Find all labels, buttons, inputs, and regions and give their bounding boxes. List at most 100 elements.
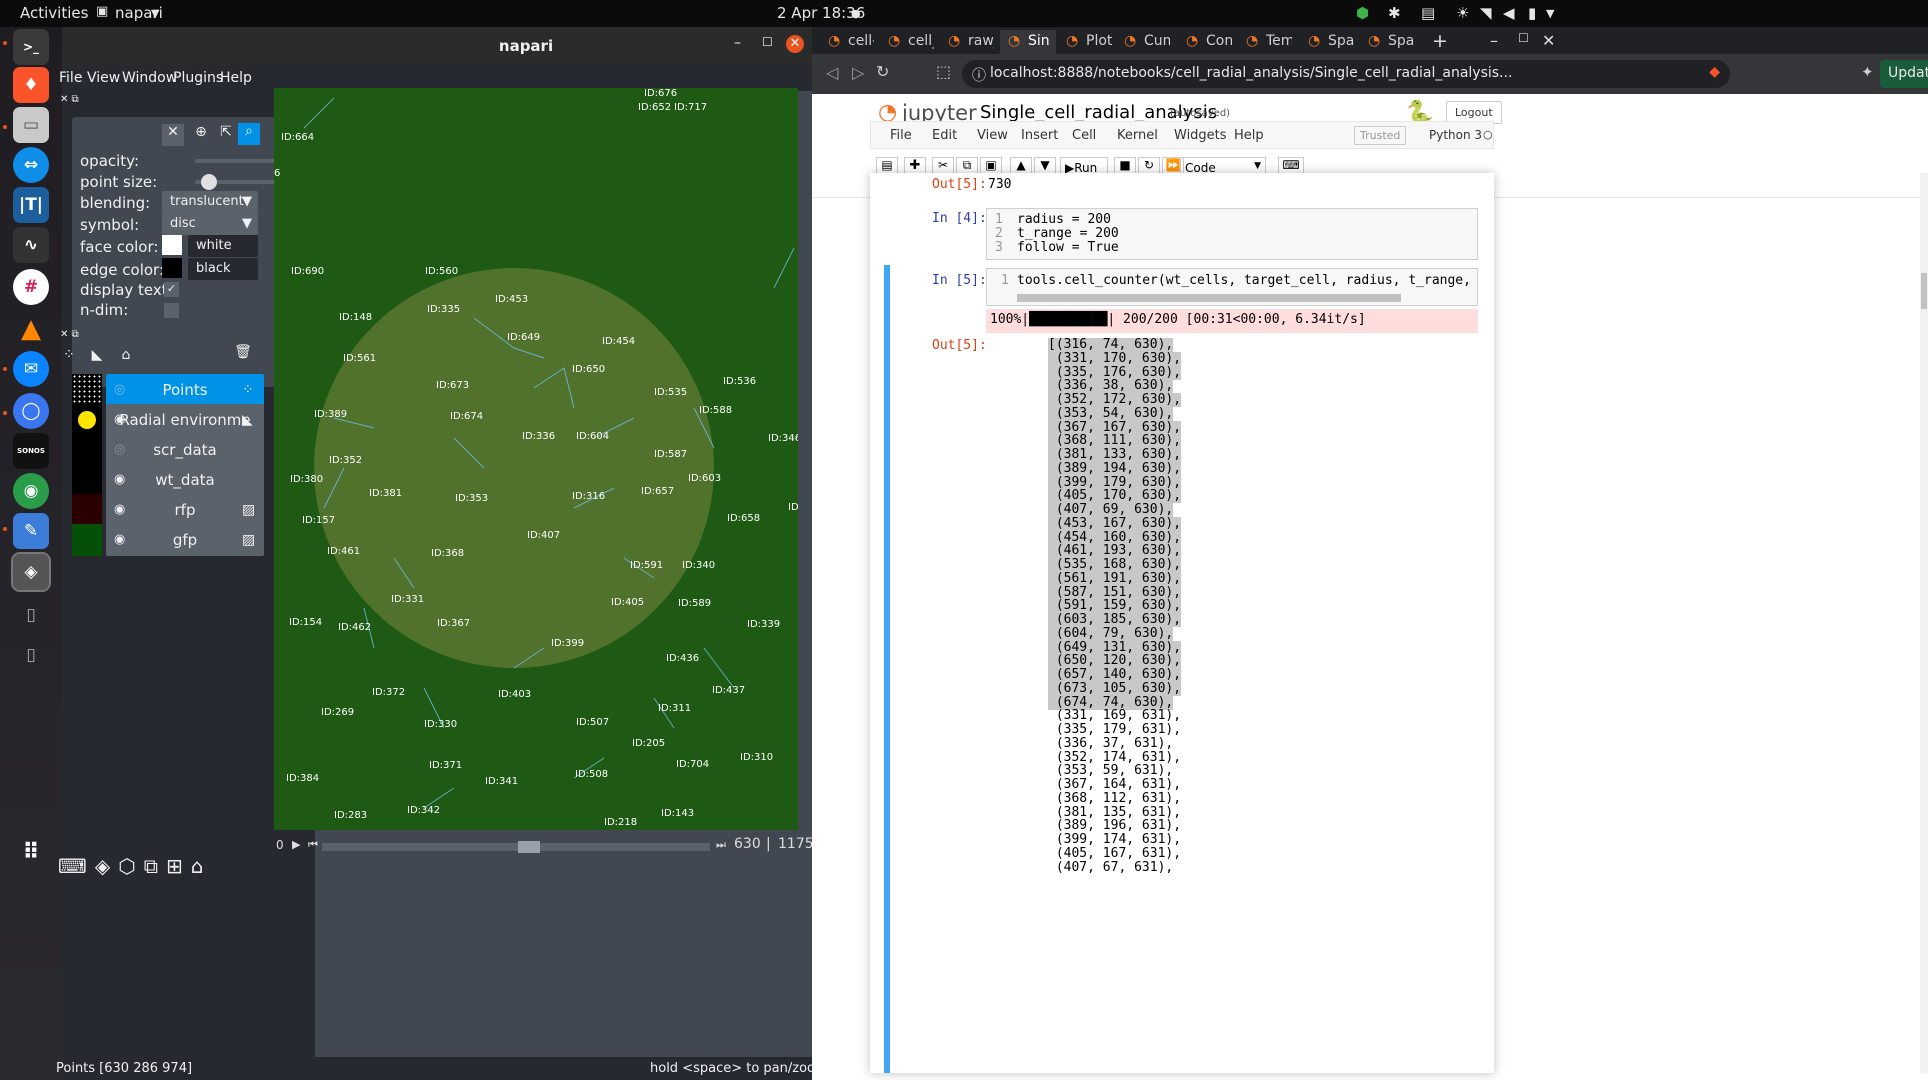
shield-icon[interactable]: ⬢ [1356, 4, 1369, 22]
browser-tab[interactable]: ◔ Plotti [1058, 30, 1112, 54]
bookmark-icon[interactable]: ⬚ [936, 62, 951, 81]
code-cell-4[interactable]: 123 radius = 200 t_range = 200 follow = Tr… [986, 208, 1478, 260]
url-field[interactable]: ⓘ localhost:8888/notebooks/cell_radial_an… [962, 60, 1730, 88]
browser-tab[interactable]: ◔ raw_c [940, 30, 994, 54]
step-forward-icon[interactable]: ⏭ [716, 838, 726, 852]
nb-menu-view[interactable]: View [977, 128, 1008, 143]
eye-icon[interactable]: ◉ [114, 502, 125, 517]
browser-tab[interactable]: ◔ Spatia [1300, 30, 1354, 54]
delete-points-icon[interactable]: ✕ [162, 124, 184, 146]
close-dock-icon[interactable]: ✕ ⧉ [60, 94, 79, 105]
close-icon[interactable]: ✕ [1542, 31, 1555, 50]
extensions-icon[interactable]: ✦ [1861, 63, 1874, 81]
browser-tab[interactable]: ◔ Cumu [1116, 30, 1170, 54]
menu-window[interactable]: Window [122, 70, 177, 86]
pan-zoom-icon[interactable]: ⌕ [238, 123, 260, 145]
horizontal-scrollbar[interactable] [1017, 294, 1401, 302]
monitor-icon[interactable]: ∿ [13, 227, 49, 263]
maximize-icon[interactable]: ☐ [1518, 31, 1529, 45]
layer-name[interactable]: Radial environme [106, 404, 264, 436]
nb-menu-edit[interactable]: Edit [932, 128, 957, 143]
eye-closed-icon[interactable]: ◎ [114, 382, 125, 397]
battery-icon[interactable]: ▮ [1528, 4, 1536, 22]
maximize-icon[interactable]: ☐ [762, 35, 773, 49]
new-labels-layer-icon[interactable]: ⌂ [115, 347, 137, 369]
slack-icon[interactable]: # [13, 269, 49, 305]
layer-name[interactable]: wt_data [106, 464, 264, 496]
code-cell-5[interactable]: 1 tools.cell_counter(wt_cells, target_ce… [986, 268, 1478, 306]
display-text-checkbox[interactable]: ✓ [164, 282, 179, 297]
menu-view[interactable]: View [87, 70, 120, 86]
vlc-icon[interactable]: ▲ [13, 311, 49, 347]
globe-icon[interactable]: ◉ [13, 473, 49, 509]
terminal-icon[interactable]: >_ [13, 29, 49, 65]
thunderbird-icon[interactable]: ✉ [13, 351, 49, 387]
menu-help[interactable]: Help [220, 70, 252, 86]
eye-icon[interactable]: ◉ [114, 472, 125, 487]
lock-tray-icon[interactable]: ▤ [1421, 4, 1435, 22]
browser-tab[interactable]: ◔ cell-c [820, 30, 874, 54]
nb-menu-cell[interactable]: Cell [1072, 128, 1096, 143]
menu-file[interactable]: File [59, 70, 82, 86]
teamviewer-icon[interactable]: ⇔ [13, 147, 49, 183]
close-icon[interactable]: ✕ [786, 35, 804, 53]
slack-tray-icon[interactable]: ✱ [1388, 4, 1401, 22]
ndim-checkbox[interactable] [164, 303, 179, 318]
console-icon[interactable]: ⌨ [58, 854, 87, 878]
nb-menu-insert[interactable]: Insert [1021, 128, 1058, 143]
grid-icon[interactable]: ⊞ [166, 854, 183, 878]
add-points-icon[interactable]: ⊕ [190, 124, 212, 146]
system-menu-icon[interactable]: ▼ [1546, 7, 1554, 20]
brightness-icon[interactable]: ☀ [1456, 4, 1469, 22]
new-points-layer-icon[interactable]: ⁘ [58, 347, 80, 369]
step-back-icon[interactable]: ⏮ [308, 838, 318, 852]
eye-closed-icon[interactable]: ◎ [114, 442, 125, 457]
frame-slider-handle[interactable] [518, 841, 540, 853]
symbol-select[interactable]: disc ▼ [162, 213, 258, 235]
layer-row-gfp[interactable]: gfp ◉ ▨ [72, 524, 303, 556]
transpose-icon[interactable]: ⧉ [144, 854, 158, 878]
browser-tab[interactable]: ◔ Contr [1178, 30, 1232, 54]
minimize-icon[interactable]: – [1490, 31, 1498, 50]
browser-tab[interactable]: ◔ Spatia [1360, 30, 1414, 54]
ndisplay-icon[interactable]: ◈ [95, 854, 110, 878]
page-scrollbar[interactable] [1920, 173, 1928, 1073]
jupyter-icon[interactable]: |T| [13, 187, 49, 223]
trash-icon[interactable]: 🗑 [232, 344, 254, 366]
layer-row-scr-data[interactable]: scr_data ◎ [72, 434, 303, 466]
layer-row-points[interactable]: Points ◎ ⁘ [72, 374, 303, 406]
edge-color-swatch[interactable] [162, 258, 182, 278]
nb-menu-file[interactable]: File [890, 128, 912, 143]
close-dock-icon[interactable]: ✕ ⧉ [60, 329, 79, 340]
page-scrollbar-thumb[interactable] [1921, 273, 1927, 309]
image-canvas[interactable]: ID:676 ID:652 ID:717 ID:664 ID:690 ID:560 ID:4… [274, 88, 798, 830]
browser-tab[interactable]: ◔ Sin [1000, 30, 1056, 54]
face-color-input[interactable]: white [188, 235, 258, 257]
sonos-icon[interactable]: SONOS [13, 433, 49, 469]
signal-icon[interactable]: ◯ [13, 393, 49, 429]
frame-slider[interactable] [322, 841, 710, 853]
browser-tab[interactable]: ◔ cell_r [880, 30, 934, 54]
home-icon[interactable]: ⌂ [191, 854, 204, 878]
activities-button[interactable]: Activities [20, 4, 88, 22]
blending-select[interactable]: translucent ▼ [162, 191, 258, 213]
reload-icon[interactable]: ↻ [876, 62, 889, 81]
layer-row-wt-data[interactable]: wt_data ◉ [72, 464, 303, 496]
nb-menu-widgets[interactable]: Widgets [1174, 128, 1227, 143]
layer-name[interactable]: scr_data [106, 434, 264, 466]
select-points-icon[interactable]: ⇱ [215, 124, 237, 146]
layer-name[interactable]: gfp [106, 524, 264, 556]
menu-plugins[interactable]: Plugins [173, 70, 223, 86]
napari-icon[interactable]: ◈ [11, 552, 51, 592]
forward-icon[interactable]: ▷ [852, 63, 864, 82]
volume-icon[interactable]: ◀ [1503, 4, 1515, 22]
brave-icon[interactable]: ♦ [13, 67, 49, 103]
new-tab-icon[interactable]: + [1432, 30, 1448, 52]
browser-tab[interactable]: ◔ Temp [1238, 30, 1292, 54]
usb-icon[interactable]: ▯ [13, 597, 49, 633]
brave-shield-icon[interactable]: ◆ [1709, 64, 1720, 80]
face-color-swatch[interactable] [162, 235, 182, 255]
nb-menu-help[interactable]: Help [1234, 128, 1264, 143]
minimize-icon[interactable]: – [734, 35, 741, 51]
eye-icon[interactable]: ◉ [114, 532, 125, 547]
